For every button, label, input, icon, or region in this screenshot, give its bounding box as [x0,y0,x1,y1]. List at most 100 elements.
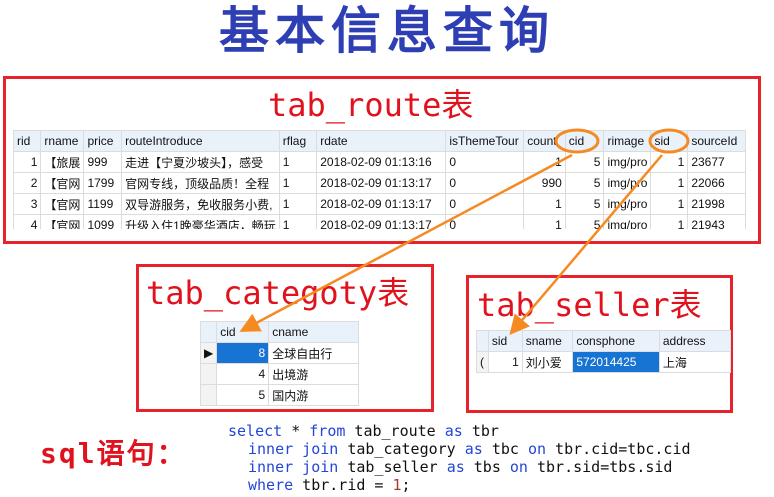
column-header-address[interactable]: address [658,330,731,352]
table-cell[interactable]: 4 [216,363,270,385]
table-cell[interactable]: 国内游 [268,384,360,406]
sql-keyword: as [446,458,465,476]
column-header-rname[interactable]: rname [40,130,85,152]
column-header-rid[interactable]: rid [13,130,42,152]
table-cell[interactable]: 1 [650,193,689,215]
column-header-consphone[interactable]: consphone [572,330,660,352]
row-selector[interactable] [200,384,218,406]
table-cell[interactable]: 5 [564,214,605,229]
table-row[interactable]: 4 出境游 [200,363,360,385]
table-cell[interactable]: img/pro [603,214,652,229]
table-cell[interactable]: 22066 [687,172,746,194]
table-cell[interactable]: 0 [445,193,525,215]
column-header-sname[interactable]: sname [521,330,574,352]
table-cell[interactable]: 1 [278,172,318,194]
table-cell[interactable]: 2018-02-09 01:13:17 [316,172,447,194]
table-cell[interactable]: img/pro [603,172,652,194]
table-cell[interactable]: 刘小爱 [521,351,574,373]
column-header-count[interactable]: count [523,130,566,152]
sql-label: sql语句： [40,437,187,470]
table-cell[interactable]: 1 [650,214,689,229]
page-title: 基本信息查询 [219,1,555,60]
table-cell[interactable]: 【旅展 [40,151,85,173]
table-row[interactable]: 4 【官网 1099 升级入住1晚豪华酒店，畅玩 1 2018-02-09 01:13:1… [13,214,746,229]
table-cell[interactable]: 【官网 [40,172,85,194]
table-cell[interactable]: 1 [278,151,318,173]
table-cell[interactable]: 8 [216,342,270,364]
table-row[interactable]: 5 国内游 [200,384,360,406]
table-cell[interactable]: 官网专线，顶级品质！全程 [121,172,280,194]
table-cell[interactable]: 1099 [83,214,123,229]
table-cell[interactable]: 【官网 [40,214,85,229]
table-row[interactable]: 1 【旅展 999 走进【宁夏沙坡头】，感受 1 2018-02-09 01:13:16 0… [13,151,746,173]
table-cell[interactable]: 1 [523,151,566,173]
table-cell[interactable]: 出境游 [268,363,360,385]
table-cell[interactable]: 1199 [83,193,123,215]
table-cell[interactable]: 3 [13,193,42,215]
table-cell[interactable]: 走进【宁夏沙坡头】，感受 [121,151,280,173]
table-cell[interactable]: 5 [564,193,605,215]
sql-line-3: inner join tab_seller as tbs on tbr.sid=… [228,458,691,476]
table-cell[interactable]: 2 [13,172,42,194]
table-cell[interactable]: 上海 [658,351,731,373]
column-header-rflag[interactable]: rflag [278,130,318,152]
table-cell[interactable]: img/pro [603,193,652,215]
table-cell[interactable]: 0 [445,151,525,173]
table-cell[interactable]: 0 [445,172,525,194]
sql-text: tbr.rid = [293,476,393,494]
table-cell[interactable]: 4 [13,214,42,229]
table-cell[interactable]: 1 [13,151,42,173]
table-cell[interactable]: 1 [278,193,318,215]
table-cell[interactable]: 1799 [83,172,123,194]
table-row[interactable]: 3 【官网 1199 双导游服务，免收服务小费, 1 2018-02-09 01:13:1… [13,193,746,215]
column-header-routeintroduce[interactable]: routeIntroduce [121,130,280,152]
column-header-sid[interactable]: sid [487,330,523,352]
table-cell[interactable]: 5 [564,172,605,194]
table-cell[interactable]: 1 [650,172,689,194]
sql-code: select * from tab_route as tbr inner join… [228,422,691,494]
sql-text: tab_route [345,422,445,440]
row-selector[interactable] [200,363,218,385]
table-cell[interactable]: 1 [650,151,689,173]
table-cell[interactable]: 1 [278,214,318,229]
table-cell[interactable]: 21943 [687,214,746,229]
seller-grid[interactable]: sid sname consphone address (1 刘小爱 572014425 上… [476,330,731,373]
table-cell[interactable]: 2018-02-09 01:13:16 [316,151,447,173]
column-header-rdate[interactable]: rdate [316,130,447,152]
table-row[interactable]: ▶ 8 全球自由行 [200,342,360,364]
table-cell[interactable]: 全球自由行 [268,342,360,364]
table-cell[interactable]: 升级入住1晚豪华酒店，畅玩 [121,214,280,229]
table-cell[interactable]: 23677 [687,151,746,173]
table-cell[interactable]: 999 [83,151,123,173]
column-header-sid[interactable]: sid [650,130,689,152]
table-cell[interactable]: 5 [564,151,605,173]
table-cell[interactable]: 【官网 [40,193,85,215]
table-row[interactable]: (1 刘小爱 572014425 上海 [476,351,731,373]
table-cell[interactable]: 2018-02-09 01:13:17 [316,193,447,215]
category-grid[interactable]: cid cname ▶ 8 全球自由行 4 出境游 5 国内游 [200,321,360,406]
column-header-sourceid[interactable]: sourceId [687,130,746,152]
table-cell[interactable]: 0 [445,214,525,229]
sql-line-4: where tbr.rid = 1; [228,476,691,494]
table-cell[interactable]: 2018-02-09 01:13:17 [316,214,447,229]
header-row: rid rname price routeIntroduce rflag rdate isT… [13,130,746,152]
row-selector[interactable]: ( [476,351,489,373]
route-grid[interactable]: rid rname price routeIntroduce rflag rdate isT… [13,130,746,229]
column-header-isthemetour[interactable]: isThemeTour [445,130,525,152]
table-cell[interactable]: 1 [487,351,523,373]
table-cell[interactable]: 990 [523,172,566,194]
table-cell[interactable]: 1 [523,193,566,215]
table-row[interactable]: 2 【官网 1799 官网专线，顶级品质！全程 1 2018-02-09 01:13:17… [13,172,746,194]
column-header-cname[interactable]: cname [268,321,360,343]
table-cell[interactable]: 21998 [687,193,746,215]
table-cell[interactable]: 双导游服务，免收服务小费, [121,193,280,215]
row-selector[interactable]: ▶ [200,342,218,364]
column-header-price[interactable]: price [83,130,123,152]
table-cell[interactable]: 1 [523,214,566,229]
column-header-rimage[interactable]: rimage [603,130,652,152]
table-cell[interactable]: img/pro [603,151,652,173]
column-header-cid[interactable]: cid [216,321,270,343]
table-cell[interactable]: 572014425 [572,351,660,373]
column-header-cid[interactable]: cid [564,130,605,152]
table-cell[interactable]: 5 [216,384,270,406]
